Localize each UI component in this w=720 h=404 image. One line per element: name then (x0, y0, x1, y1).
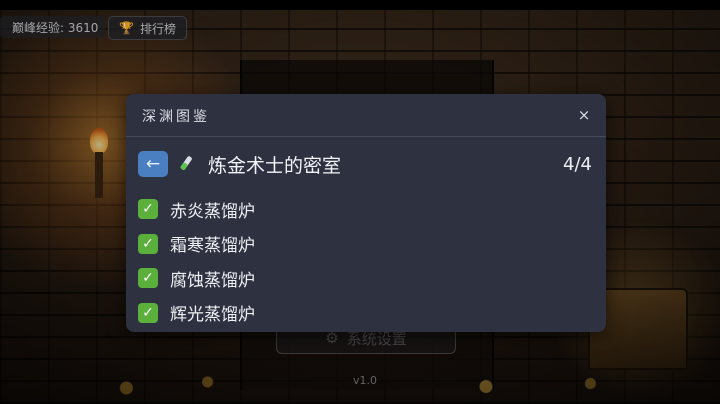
dialog-title: 深渊图鉴 (142, 109, 210, 125)
list-item: ✓ 赤炎蒸馏炉 (138, 192, 594, 227)
item-label: 辉光蒸馏炉 (170, 305, 255, 326)
checkmark-icon: ✓ (138, 302, 158, 323)
checkmark-icon: ✓ (138, 233, 158, 254)
item-label: 腐蚀蒸馏炉 (170, 270, 255, 291)
item-label: 赤炎蒸馏炉 (170, 201, 255, 222)
section-header: ← 炼金术士的密室 4/4 (138, 150, 594, 178)
progress-count: 4/4 (563, 153, 592, 175)
codex-dialog: 深渊图鉴 × ← 炼金术士的密室 4/4 ✓ 赤炎蒸馏炉 ✓ 霜寒蒸馏炉 ✓ 腐… (126, 94, 606, 332)
checkmark-icon: ✓ (138, 199, 158, 220)
checkmark-icon: ✓ (138, 268, 158, 289)
list-item: ✓ 辉光蒸馏炉 (138, 296, 594, 331)
dialog-header: 深渊图鉴 × (126, 94, 606, 137)
list-item: ✓ 腐蚀蒸馏炉 (138, 261, 594, 296)
game-screen: ⚙ 系统设置 v1.0 巅峰经验: 3610 🏆 排行榜 深渊图鉴 × ← 炼金… (0, 0, 720, 404)
item-list: ✓ 赤炎蒸馏炉 ✓ 霜寒蒸馏炉 ✓ 腐蚀蒸馏炉 ✓ 辉光蒸馏炉 (138, 192, 594, 330)
top-letterbox (0, 0, 720, 10)
section-title: 炼金术士的密室 (208, 154, 342, 177)
back-arrow-icon[interactable]: ← (138, 151, 168, 177)
list-item: ✓ 霜寒蒸馏炉 (138, 227, 594, 262)
item-label: 霜寒蒸馏炉 (170, 236, 255, 257)
close-icon[interactable]: × (572, 103, 596, 127)
potion-vial-icon (174, 153, 196, 175)
